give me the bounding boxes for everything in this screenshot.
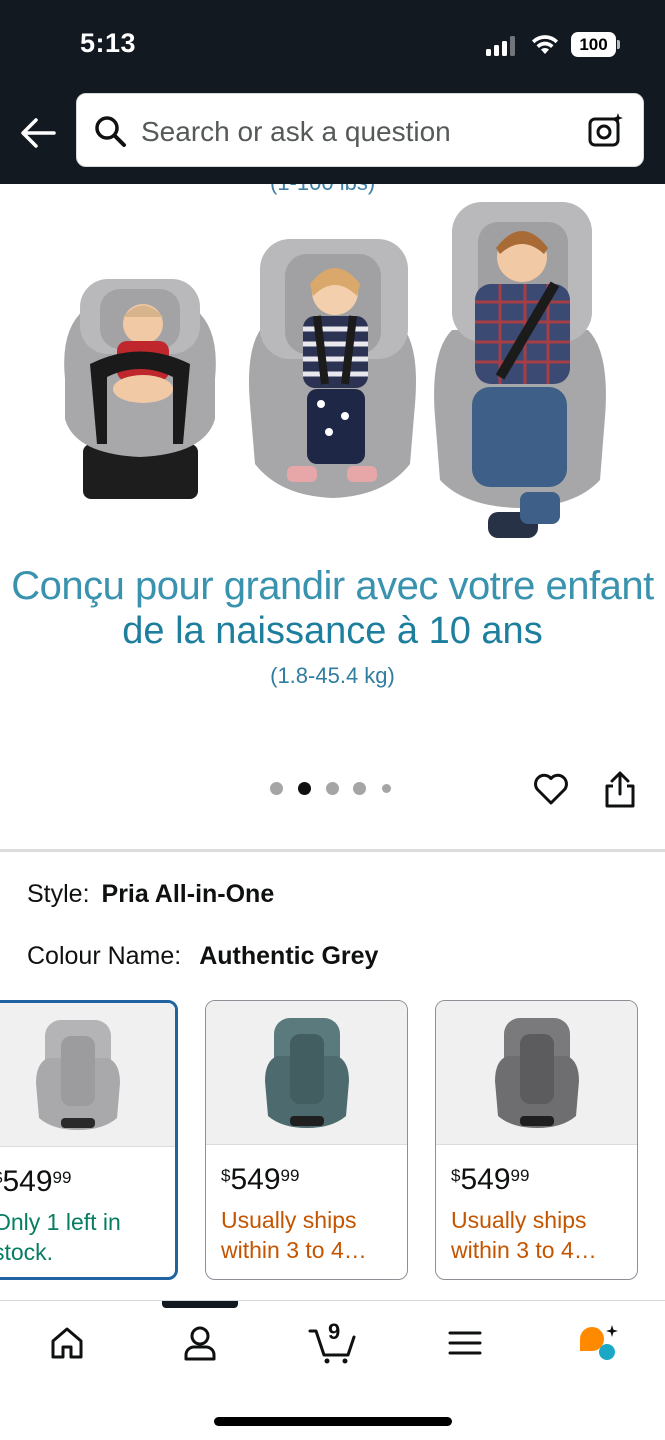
cart-button[interactable]: 9: [308, 1319, 358, 1365]
carousel-dot[interactable]: [353, 782, 366, 795]
swatch-availability: Usually ships within 3 to 4…: [451, 1207, 597, 1263]
heart-icon[interactable]: [532, 770, 570, 808]
colour-swatch-teal[interactable]: $54999 Usually ships within 3 to 4…: [205, 1000, 408, 1280]
swatch-image: [436, 1001, 637, 1145]
colour-value: Authentic Grey: [199, 942, 379, 970]
swatch-image: [0, 1003, 175, 1147]
style-label: Style:: [27, 880, 90, 908]
share-icon[interactable]: [602, 769, 638, 809]
product-photo-toddler: [249, 239, 416, 498]
camera-lens-icon[interactable]: [587, 111, 625, 149]
battery-icon: 100: [571, 32, 621, 57]
product-photo-infant: [64, 279, 216, 499]
weight-range-lbs: (1-100 lbs): [270, 184, 375, 196]
home-indicator-bar: [214, 1417, 452, 1426]
rufus-assistant-icon[interactable]: [576, 1321, 620, 1365]
colour-swatch-dark-grey[interactable]: $54999 Usually ships within 3 to 4…: [435, 1000, 638, 1280]
swatch-availability: Only 1 left in stock.: [0, 1209, 121, 1265]
colour-row: Colour Name: Authentic Grey: [27, 942, 378, 971]
status-time: 5:13: [80, 28, 137, 58]
bottom-navigation: 9: [0, 1300, 665, 1440]
car-seat-thumbnail: [36, 1020, 120, 1130]
cellular-signal-icon: [486, 36, 518, 56]
colour-label: Colour Name:: [27, 942, 182, 970]
wifi-icon: [532, 35, 558, 54]
swatch-image: [206, 1001, 407, 1145]
style-value: Pria All-in-One: [101, 880, 275, 908]
car-seat-thumbnail: [265, 1018, 349, 1128]
menu-icon[interactable]: [443, 1321, 487, 1365]
search-placeholder: Search or ask a question: [141, 116, 451, 147]
caption-line-2: de la naissance à 10 ans: [122, 610, 543, 652]
carousel-dot[interactable]: [270, 782, 283, 795]
swatch-price: $54999: [451, 1163, 530, 1196]
swatch-price: $54999: [221, 1163, 300, 1196]
style-row: Style: Pria All-in-One: [27, 880, 274, 909]
account-icon[interactable]: [178, 1321, 222, 1365]
carousel-dot[interactable]: [326, 782, 339, 795]
colour-swatch-authentic-grey[interactable]: $54999 Only 1 left in stock.: [0, 1000, 178, 1280]
swatch-price: $54999: [0, 1165, 72, 1198]
caption-line-1: Conçu pour grandir avec votre enfant: [11, 564, 654, 608]
search-input[interactable]: Search or ask a question: [76, 93, 644, 167]
home-icon[interactable]: [45, 1321, 89, 1365]
cart-count: 9: [328, 1319, 341, 1344]
carousel-dot[interactable]: [382, 784, 391, 793]
product-photo-child: [434, 202, 606, 538]
car-seat-thumbnail: [495, 1018, 579, 1128]
battery-level: 100: [571, 32, 616, 57]
search-icon: [95, 116, 126, 147]
caption-line-3: (1.8-45.4 kg): [270, 663, 395, 688]
active-tab-indicator: [162, 1301, 238, 1308]
back-arrow-icon[interactable]: [18, 113, 58, 153]
top-bar: 5:13 100 Search or ask a question: [0, 0, 665, 184]
section-divider: [0, 849, 665, 852]
carousel-dot-active[interactable]: [298, 782, 311, 795]
product-image-carousel[interactable]: (1-100 lbs): [0, 184, 665, 850]
swatch-availability: Usually ships within 3 to 4…: [221, 1207, 367, 1263]
